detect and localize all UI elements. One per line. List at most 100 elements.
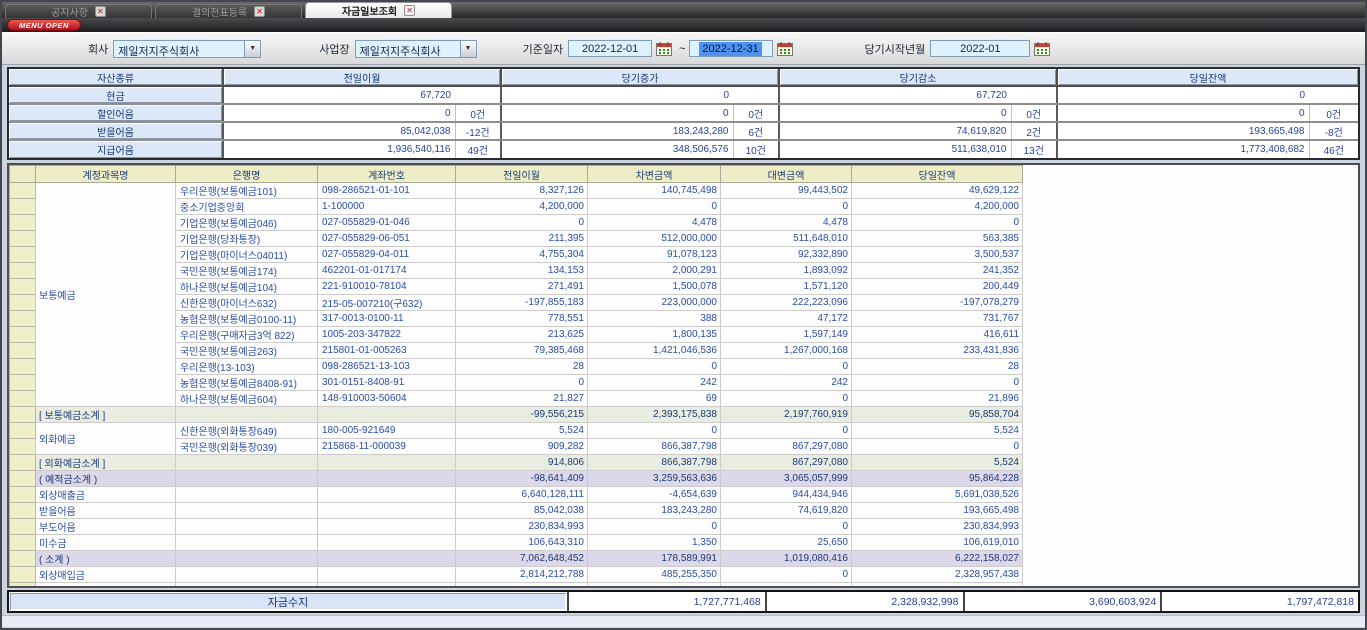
row-indicator[interactable] <box>10 359 36 375</box>
amount-cell[interactable]: 95,858,704 <box>852 407 1023 423</box>
amount-cell[interactable]: 1,019,080,416 <box>721 551 852 567</box>
amount-cell[interactable]: 47,172 <box>721 311 852 327</box>
amount-cell[interactable]: 1,350 <box>588 535 721 551</box>
amount-cell[interactable]: 6,640,128,111 <box>456 487 588 503</box>
amount-cell[interactable]: 241,352 <box>852 263 1023 279</box>
account-number-cell[interactable]: 098-286521-01-101 <box>318 183 456 199</box>
subtotal-label[interactable]: ( 소계 ) <box>36 551 176 567</box>
account-number-cell[interactable]: 027-055829-01-046 <box>318 215 456 231</box>
bank-cell[interactable]: 국민은행(보통예금263) <box>176 343 318 359</box>
account-cell[interactable]: 부도어음 <box>36 519 176 535</box>
amount-cell[interactable]: 0 <box>721 359 852 375</box>
amount-cell[interactable]: 914,806 <box>456 455 588 471</box>
amount-cell[interactable]: 2,197,760,919 <box>721 407 852 423</box>
bank-cell[interactable]: 기업은행(마이너스04011) <box>176 247 318 263</box>
amount-cell[interactable]: 5,524 <box>852 455 1023 471</box>
bank-cell[interactable] <box>176 455 318 471</box>
amount-cell[interactable]: 866,387,798 <box>588 439 721 455</box>
amount-cell[interactable]: 0 <box>588 423 721 439</box>
tab-voucher-entry[interactable]: 결의전표등록 <box>155 4 302 18</box>
amount-cell[interactable]: 6,222,158,027 <box>852 551 1023 567</box>
account-cell[interactable]: 받을어음 <box>36 503 176 519</box>
bank-cell[interactable] <box>176 407 318 423</box>
amount-cell[interactable]: 79,385,468 <box>456 343 588 359</box>
amount-cell[interactable]: 1,773,408,682 <box>852 583 1023 589</box>
amount-cell[interactable]: 5,691,038,526 <box>852 487 1023 503</box>
amount-cell[interactable]: 511,648,010 <box>721 231 852 247</box>
bank-cell[interactable] <box>176 535 318 551</box>
amount-cell[interactable]: 2,814,212,788 <box>456 567 588 583</box>
bank-cell[interactable]: 중소기업중앙회 <box>176 199 318 215</box>
row-indicator[interactable] <box>10 487 36 503</box>
amount-cell[interactable]: 213,625 <box>456 327 588 343</box>
amount-cell[interactable]: 1,267,000,168 <box>721 343 852 359</box>
amount-cell[interactable]: 866,387,798 <box>588 455 721 471</box>
row-indicator[interactable] <box>10 231 36 247</box>
account-number-cell[interactable] <box>318 407 456 423</box>
account-number-cell[interactable]: 462201-01-017174 <box>318 263 456 279</box>
bank-cell[interactable] <box>176 519 318 535</box>
amount-cell[interactable]: 1,893,092 <box>721 263 852 279</box>
row-indicator[interactable] <box>10 263 36 279</box>
bank-cell[interactable]: 우리은행(구매자금3억 822) <box>176 327 318 343</box>
account-number-cell[interactable]: 180-005-921649 <box>318 423 456 439</box>
amount-cell[interactable]: 5,524 <box>456 423 588 439</box>
amount-cell[interactable]: 28 <box>852 359 1023 375</box>
amount-cell[interactable]: 485,255,350 <box>588 567 721 583</box>
bank-cell[interactable] <box>176 567 318 583</box>
row-indicator[interactable] <box>10 375 36 391</box>
amount-cell[interactable]: 4,755,304 <box>456 247 588 263</box>
amount-cell[interactable]: 5,524 <box>852 423 1023 439</box>
account-cell[interactable]: 지급어음 <box>36 583 176 589</box>
date-from-input[interactable]: 2022-12-01 <box>568 40 652 57</box>
account-number-cell[interactable]: 098-286521-13-103 <box>318 359 456 375</box>
amount-cell[interactable]: 3,259,563,636 <box>588 471 721 487</box>
amount-cell[interactable]: 91,078,123 <box>588 247 721 263</box>
subtotal-label[interactable]: ( 예적금소계 ) <box>36 471 176 487</box>
account-number-cell[interactable]: 148-910003-50604 <box>318 391 456 407</box>
amount-cell[interactable]: 7,062,648,452 <box>456 551 588 567</box>
amount-cell[interactable]: 4,478 <box>588 215 721 231</box>
account-number-cell[interactable] <box>318 471 456 487</box>
amount-cell[interactable]: 28 <box>456 359 588 375</box>
amount-cell[interactable]: 0 <box>588 519 721 535</box>
row-indicator[interactable] <box>10 503 36 519</box>
amount-cell[interactable]: 1,597,149 <box>721 327 852 343</box>
account-number-cell[interactable] <box>318 567 456 583</box>
account-number-cell[interactable]: 215868-11-000039 <box>318 439 456 455</box>
date-to-input[interactable]: 2022-12-31 <box>689 40 773 57</box>
menu-open-button[interactable]: MENU OPEN <box>7 19 81 31</box>
amount-cell[interactable]: 511,638,010 <box>588 583 721 589</box>
calendar-icon[interactable] <box>777 42 793 56</box>
site-select[interactable]: 제일저지주식회사 <box>355 40 477 58</box>
row-indicator[interactable] <box>10 247 36 263</box>
row-indicator[interactable] <box>10 311 36 327</box>
account-number-cell[interactable]: 317-0013-0100-11 <box>318 311 456 327</box>
close-icon[interactable] <box>95 6 106 17</box>
row-indicator[interactable] <box>10 407 36 423</box>
row-indicator[interactable] <box>10 343 36 359</box>
amount-cell[interactable]: 2,393,175,838 <box>588 407 721 423</box>
account-number-cell[interactable]: 301-0151-8408-91 <box>318 375 456 391</box>
account-number-cell[interactable] <box>318 583 456 589</box>
bank-cell[interactable]: 국민은행(보통예금174) <box>176 263 318 279</box>
amount-cell[interactable]: 0 <box>852 215 1023 231</box>
calendar-icon[interactable] <box>1034 42 1050 56</box>
account-number-cell[interactable]: 215-05-007210(구632) <box>318 295 456 311</box>
amount-cell[interactable]: 193,665,498 <box>852 503 1023 519</box>
bank-cell[interactable]: 국민은행(외화통장039) <box>176 439 318 455</box>
amount-cell[interactable]: 1,500,078 <box>588 279 721 295</box>
amount-cell[interactable]: 95,864,228 <box>852 471 1023 487</box>
row-indicator[interactable] <box>10 327 36 343</box>
row-indicator[interactable] <box>10 279 36 295</box>
amount-cell[interactable]: 230,834,993 <box>456 519 588 535</box>
subtotal-label[interactable]: [ 외화예금소계 ] <box>36 455 176 471</box>
amount-cell[interactable]: 3,500,537 <box>852 247 1023 263</box>
account-cell[interactable]: 외화예금 <box>36 423 176 455</box>
amount-cell[interactable]: 211,395 <box>456 231 588 247</box>
bank-cell[interactable]: 기업은행(당좌통장) <box>176 231 318 247</box>
amount-cell[interactable]: 25,650 <box>721 535 852 551</box>
row-indicator[interactable] <box>10 423 36 439</box>
row-indicator[interactable] <box>10 551 36 567</box>
row-indicator[interactable] <box>10 583 36 589</box>
